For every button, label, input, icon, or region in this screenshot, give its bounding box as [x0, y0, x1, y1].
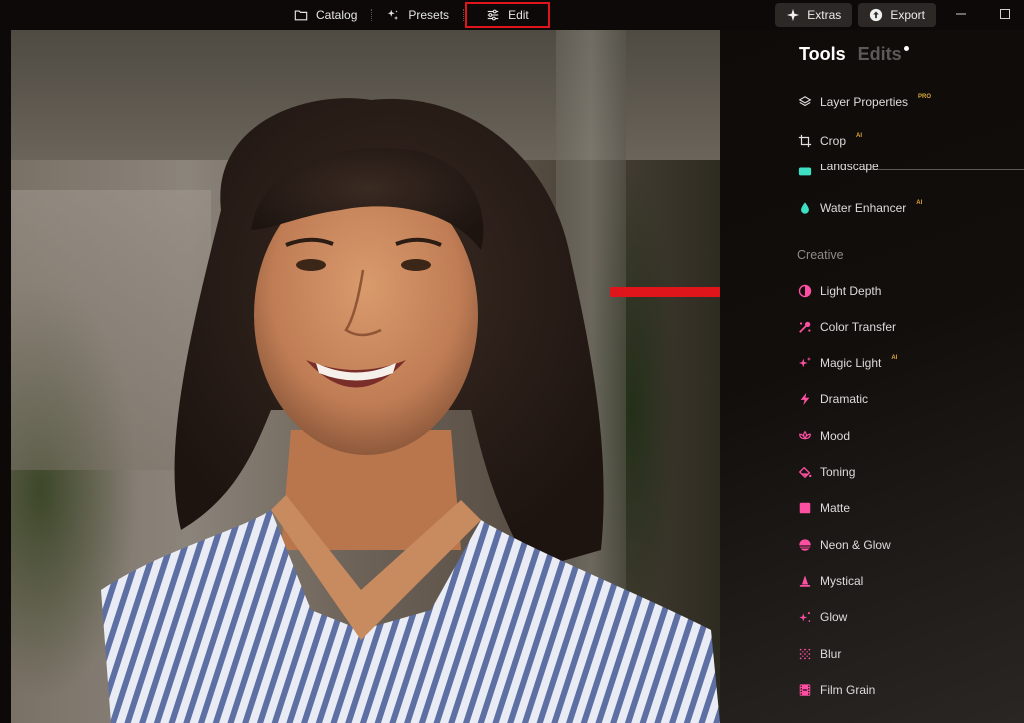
tool-label: Dramatic: [820, 392, 869, 406]
mystical-icon: [798, 574, 812, 588]
tool-layer-properties[interactable]: Layer Properties PRO: [798, 92, 931, 112]
tool-label: Mystical: [820, 574, 864, 588]
sparkle-icon: [798, 356, 812, 370]
extras-label: Extras: [807, 8, 842, 22]
lotus-icon: [798, 429, 812, 443]
tool-label: Water Enhancer: [820, 201, 907, 215]
window-actions: Extras Export: [775, 3, 1024, 27]
tool-label: Landscape: [820, 164, 879, 173]
export-button[interactable]: Export: [858, 3, 936, 27]
tool-matte[interactable]: Matte: [798, 498, 850, 518]
tool-label: Mood: [820, 429, 851, 443]
four-point-star-icon: [786, 8, 800, 22]
tools-panel: Tools Edits Layer Properties PRO Crop AI…: [720, 30, 1024, 723]
minimize-button[interactable]: [942, 3, 980, 27]
layers-icon: [798, 95, 812, 109]
ai-badge: AI: [856, 133, 863, 139]
tool-label: Blur: [820, 647, 842, 661]
tool-label: Neon & Glow: [820, 538, 891, 552]
tool-label: Light Depth: [820, 284, 882, 298]
folder-icon: [294, 8, 308, 22]
lightning-icon: [798, 392, 812, 406]
tool-glow[interactable]: Glow: [798, 607, 847, 627]
tool-label: Matte: [820, 501, 851, 515]
tab-tools[interactable]: Tools: [799, 44, 846, 65]
photo-canvas[interactable]: [11, 30, 720, 723]
tool-dramatic[interactable]: Dramatic: [798, 389, 868, 409]
nav-catalog[interactable]: Catalog: [280, 0, 371, 30]
tool-label: Film Grain: [820, 683, 876, 697]
tool-film-grain[interactable]: Film Grain: [798, 680, 875, 700]
ai-badge: AI: [916, 200, 923, 206]
nav-presets-label: Presets: [408, 8, 450, 22]
tool-neon-glow[interactable]: Neon & Glow: [798, 535, 891, 555]
ai-badge: AI: [891, 355, 898, 361]
light-depth-icon: [798, 284, 812, 298]
export-label: Export: [890, 8, 925, 22]
pro-badge: PRO: [918, 94, 932, 100]
sunset-icon: [798, 538, 812, 552]
tool-label: Toning: [820, 465, 856, 479]
color-transfer-icon: [798, 320, 812, 334]
nav-edit[interactable]: Edit: [464, 1, 551, 29]
paint-bucket-icon: [798, 465, 812, 479]
blur-icon: [798, 647, 812, 661]
tool-water-enhancer[interactable]: Water Enhancer AI: [798, 198, 922, 218]
portrait-photo: [101, 98, 720, 723]
square-icon: [798, 501, 812, 515]
tool-toning[interactable]: Toning: [798, 462, 855, 482]
top-bar: Catalog Presets Edit Extras Export: [0, 0, 1024, 30]
tool-magic-light[interactable]: Magic Light AI: [798, 353, 897, 373]
sparkle-wand-icon: [386, 8, 400, 22]
tool-blur[interactable]: Blur: [798, 644, 841, 664]
extras-button[interactable]: Extras: [775, 3, 853, 27]
tool-label: Glow: [820, 610, 848, 624]
nav-edit-label: Edit: [508, 8, 529, 22]
main-nav: Catalog Presets Edit: [280, 0, 551, 30]
tool-label: Crop: [820, 134, 847, 148]
nav-presets[interactable]: Presets: [372, 0, 463, 30]
tool-mood[interactable]: Mood: [798, 426, 850, 446]
tool-crop[interactable]: Crop AI: [798, 131, 862, 151]
tool-label: Color Transfer: [820, 320, 897, 334]
film-icon: [798, 683, 812, 697]
tool-label: Magic Light: [820, 356, 882, 370]
nav-catalog-label: Catalog: [316, 8, 358, 22]
maximize-icon: [1000, 6, 1010, 24]
sliders-icon: [486, 8, 500, 22]
water-drop-icon: [798, 201, 812, 215]
tool-light-depth[interactable]: Light Depth: [798, 281, 881, 301]
section-title-creative: Creative: [797, 248, 844, 262]
glow-icon: [798, 610, 812, 624]
upload-circle-icon: [869, 8, 883, 22]
tool-color-transfer[interactable]: Color Transfer: [798, 317, 896, 337]
maximize-button[interactable]: [986, 3, 1024, 27]
tool-label: Layer Properties: [820, 95, 909, 109]
panel-tabs: Tools Edits: [799, 44, 909, 65]
crop-icon: [798, 134, 812, 148]
section-divider: [860, 169, 1024, 170]
edits-indicator-dot: [903, 46, 909, 51]
minimize-icon: [956, 6, 966, 24]
tool-mystical[interactable]: Mystical: [798, 571, 863, 591]
tab-edits[interactable]: Edits: [857, 44, 909, 65]
landscape-icon: [798, 164, 812, 178]
tool-landscape[interactable]: Landscape: [798, 164, 879, 178]
tab-edits-label: Edits: [857, 44, 902, 64]
